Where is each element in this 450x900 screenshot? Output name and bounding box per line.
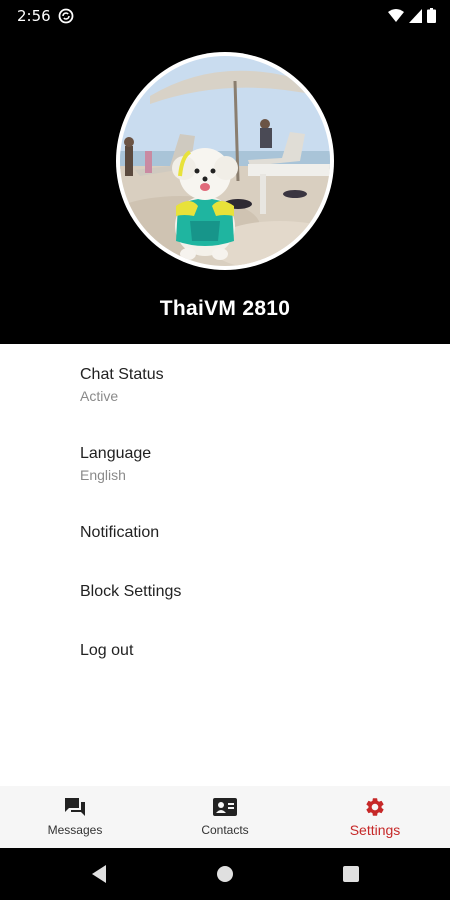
block-settings-title: Block Settings [80,583,182,600]
bottom-nav: Messages Contacts Settings [0,786,450,848]
chat-status-value: Active [80,388,119,404]
menu-item-logout[interactable]: Log out [80,642,133,660]
status-bar: 2:56 [0,0,450,32]
system-nav-bar [0,848,450,900]
nav-settings[interactable]: Settings [300,786,450,848]
nav-messages[interactable]: Messages [0,786,150,848]
menu-item-language[interactable]: Language English [80,445,151,483]
settings-menu: Chat Status Active Language English Noti… [0,344,450,786]
signal-icon [409,8,422,23]
sync-notification-icon [58,8,74,24]
notification-title: Notification [80,524,160,541]
back-icon[interactable] [90,864,108,884]
gear-icon [366,798,384,816]
avatar[interactable] [120,56,330,266]
menu-item-notification[interactable]: Notification [80,524,159,542]
menu-item-chat-status[interactable]: Chat Status Active [80,366,164,404]
menu-item-block-settings[interactable]: Block Settings [80,583,181,601]
avatar-frame[interactable] [116,52,334,270]
recents-icon[interactable] [342,864,360,884]
nav-contacts-label: Contacts [201,823,249,837]
battery-icon [427,8,436,23]
chat-status-title: Chat Status [80,366,164,383]
nav-messages-label: Messages [47,823,103,837]
wifi-icon [388,8,404,22]
chat-bubbles-icon [65,798,85,816]
language-value: English [80,467,126,483]
nav-settings-label: Settings [349,822,401,838]
nav-contacts[interactable]: Contacts [150,786,300,848]
status-time: 2:56 [17,7,51,25]
contact-card-icon [213,798,237,816]
profile-name: ThaiVM 2810 [159,297,291,320]
logout-title: Log out [80,642,134,659]
profile-header: ThaiVM 2810 [0,32,450,344]
language-title: Language [80,445,152,462]
home-icon[interactable] [216,864,234,884]
